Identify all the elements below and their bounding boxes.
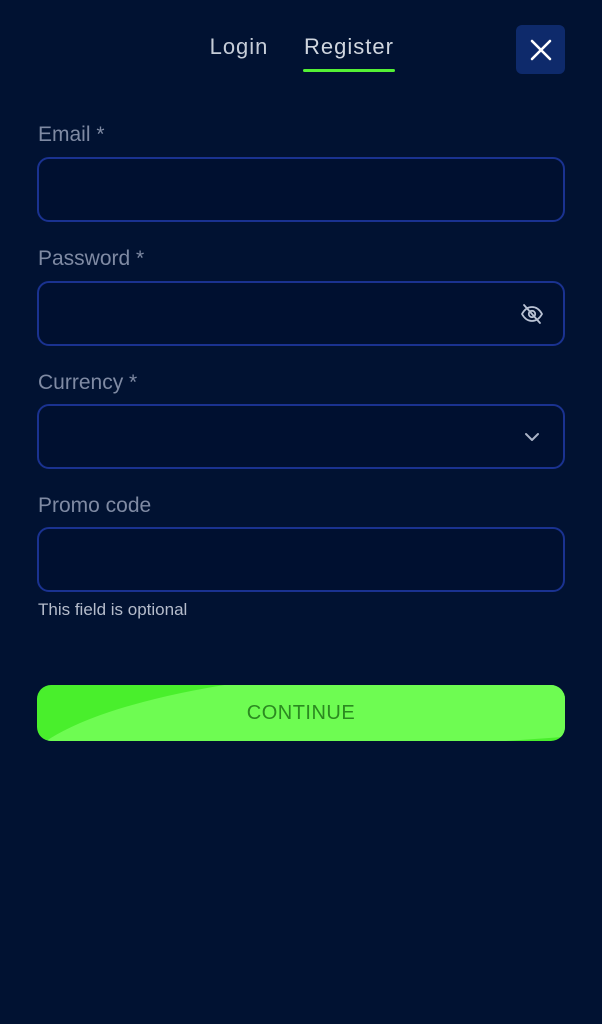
active-tab-indicator (303, 69, 395, 72)
tab-login-label: Login (209, 34, 269, 59)
promo-code-label: Promo code (38, 494, 152, 517)
close-button[interactable] (516, 25, 565, 74)
auth-tabs: Login Register (0, 30, 602, 80)
currency-label: Currency * (38, 371, 138, 394)
password-visibility-toggle[interactable] (519, 301, 545, 327)
currency-dropdown-toggle[interactable] (519, 424, 545, 450)
password-field[interactable] (39, 283, 563, 344)
promo-code-hint: This field is optional (38, 600, 188, 619)
email-field[interactable] (39, 159, 563, 220)
email-label: Email * (38, 123, 105, 146)
chevron-down-icon (525, 432, 539, 441)
promo-code-field-wrapper (37, 527, 565, 592)
tab-register-label: Register (304, 34, 394, 59)
register-modal: Login Register Email * Password * Curren… (0, 0, 602, 1024)
continue-button[interactable]: CONTINUE (37, 685, 565, 741)
password-field-wrapper (37, 281, 565, 346)
email-field-wrapper (37, 157, 565, 222)
close-icon (530, 39, 551, 60)
continue-button-label: CONTINUE (246, 701, 356, 724)
promo-code-field[interactable] (39, 529, 563, 590)
password-label: Password * (38, 247, 145, 270)
tab-login[interactable]: Login (208, 30, 270, 72)
currency-select[interactable] (37, 404, 565, 469)
eye-slash-icon (520, 303, 544, 324)
tab-register[interactable]: Register (303, 30, 395, 72)
